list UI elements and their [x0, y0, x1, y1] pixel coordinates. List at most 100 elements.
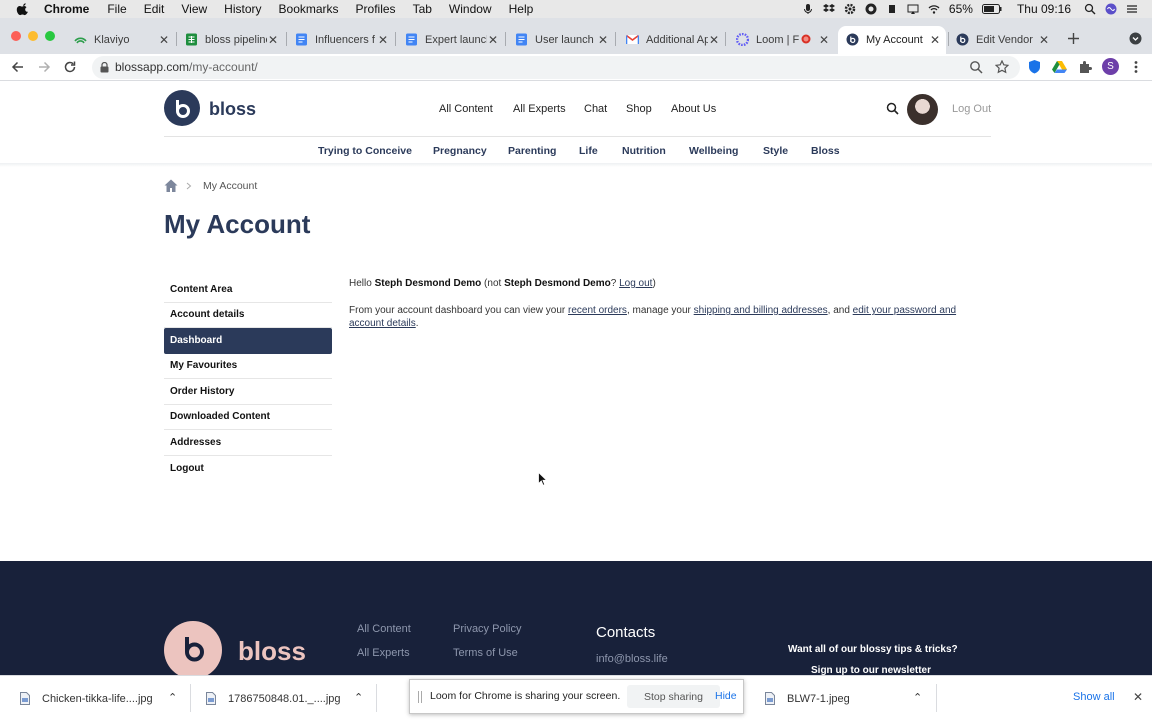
close-icon[interactable]: ✕	[598, 33, 608, 47]
footer-email-link[interactable]: info@bloss.life	[596, 653, 668, 665]
close-icon[interactable]: ✕	[159, 33, 169, 47]
nav-all-content[interactable]: All Content	[439, 103, 493, 115]
zoom-magnifier-icon[interactable]	[969, 60, 983, 74]
side-menu-addresses[interactable]: Addresses	[164, 430, 332, 456]
side-menu-my-favourites[interactable]: My Favourites	[164, 354, 332, 379]
zoom-window-button[interactable]	[45, 31, 55, 41]
chevron-up-icon[interactable]: ⌃	[354, 691, 363, 704]
profile-avatar-button[interactable]: S	[1102, 58, 1119, 75]
category-bloss[interactable]: Bloss	[811, 145, 840, 157]
menu-view[interactable]: View	[181, 2, 207, 16]
drag-handle[interactable]	[418, 691, 422, 703]
bookmark-star-icon[interactable]	[995, 60, 1009, 74]
recent-orders-link[interactable]: recent orders	[568, 305, 627, 316]
footer-link-all-content[interactable]: All Content	[357, 623, 411, 635]
google-drive-icon[interactable]	[1052, 60, 1067, 73]
gear-icon[interactable]	[844, 3, 856, 15]
nav-shop[interactable]: Shop	[626, 103, 652, 115]
close-icon[interactable]: ✕	[488, 33, 498, 47]
close-icon[interactable]: ✕	[1133, 690, 1143, 704]
battery-icon[interactable]	[981, 4, 1002, 14]
close-window-button[interactable]	[11, 31, 21, 41]
more-menu-icon[interactable]	[1131, 60, 1141, 74]
nav-chat[interactable]: Chat	[584, 103, 607, 115]
lock-icon[interactable]	[100, 62, 109, 73]
menu-window[interactable]: Window	[449, 2, 492, 16]
chevron-up-icon[interactable]: ⌃	[913, 691, 922, 704]
menubar-clock[interactable]: Thu 09:16	[1017, 2, 1071, 16]
category-life[interactable]: Life	[579, 145, 598, 157]
screen-mirroring-icon[interactable]	[907, 3, 919, 15]
side-menu-logout[interactable]: Logout	[164, 456, 332, 482]
user-avatar[interactable]	[907, 94, 938, 125]
menu-history[interactable]: History	[224, 2, 261, 16]
minimize-window-button[interactable]	[28, 31, 38, 41]
category-nutrition[interactable]: Nutrition	[622, 145, 666, 157]
evernote-icon[interactable]	[886, 3, 898, 15]
wifi-icon[interactable]	[928, 3, 940, 15]
apple-logo-icon[interactable]	[16, 2, 30, 16]
extensions-puzzle-icon[interactable]	[1078, 60, 1092, 74]
category-wellbeing[interactable]: Wellbeing	[689, 145, 738, 157]
url-text[interactable]: blossapp.com/my-account/	[115, 60, 258, 74]
close-icon[interactable]: ✕	[819, 33, 829, 47]
tab-edit-vendor[interactable]: Edit Vendor ✕	[956, 27, 1049, 52]
bloss-logo-mark[interactable]	[164, 90, 200, 126]
category-trying-to-conceive[interactable]: Trying to Conceive	[318, 145, 412, 157]
close-icon[interactable]: ✕	[709, 33, 719, 47]
close-icon[interactable]: ✕	[1039, 33, 1049, 47]
shipping-billing-link[interactable]: shipping and billing addresses	[694, 305, 828, 316]
chevron-up-icon[interactable]: ⌃	[168, 691, 177, 704]
stop-sharing-button[interactable]: Stop sharing	[627, 685, 720, 708]
menu-bookmarks[interactable]: Bookmarks	[279, 2, 339, 16]
category-style[interactable]: Style	[763, 145, 788, 157]
reload-icon[interactable]	[63, 60, 77, 74]
footer-link-privacy-policy[interactable]: Privacy Policy	[453, 623, 521, 635]
nav-all-experts[interactable]: All Experts	[513, 103, 566, 115]
tab-user-launch[interactable]: User launch ✕	[515, 27, 608, 52]
shield-extension-icon[interactable]	[1028, 59, 1041, 74]
menu-help[interactable]: Help	[509, 2, 534, 16]
side-menu-content-area[interactable]: Content Area	[164, 277, 332, 303]
tab-expert-launch[interactable]: Expert launch ✕	[405, 27, 498, 52]
close-icon[interactable]: ✕	[378, 33, 388, 47]
bloss-logo-text[interactable]: bloss	[209, 99, 256, 120]
side-menu-downloaded-content[interactable]: Downloaded Content	[164, 405, 332, 430]
new-tab-plus-icon[interactable]	[1067, 32, 1080, 45]
side-menu-order-history[interactable]: Order History	[164, 379, 332, 405]
greeting-log-out-link[interactable]: Log out	[619, 278, 652, 289]
download-item[interactable]: BLW7-1.jpeg	[765, 692, 850, 705]
tab-loom[interactable]: Loom | F ✕	[736, 27, 829, 52]
menu-app-name[interactable]: Chrome	[44, 2, 89, 16]
siri-icon[interactable]	[1105, 3, 1117, 15]
category-parenting[interactable]: Parenting	[508, 145, 556, 157]
download-item[interactable]: Chicken-tikka-life....jpg	[20, 692, 153, 705]
header-log-out-link[interactable]: Log Out	[952, 103, 991, 115]
tab-bloss-pipeline[interactable]: bloss pipeline ✕	[185, 27, 278, 52]
loom-recording-icon[interactable]	[865, 3, 877, 15]
search-icon[interactable]	[886, 102, 899, 115]
control-center-icon[interactable]	[1126, 3, 1138, 15]
back-arrow-icon[interactable]	[11, 60, 25, 74]
footer-link-all-experts[interactable]: All Experts	[357, 647, 410, 659]
hide-notification-button[interactable]: Hide	[715, 690, 737, 702]
footer-link-terms-of-use[interactable]: Terms of Use	[453, 647, 518, 659]
close-icon[interactable]: ✕	[930, 33, 940, 47]
tab-klaviyo[interactable]: Klaviyo ✕	[74, 27, 169, 52]
menu-file[interactable]: File	[107, 2, 126, 16]
dropbox-icon[interactable]	[822, 3, 835, 15]
close-icon[interactable]: ✕	[268, 33, 278, 47]
tab-additional[interactable]: Additional Ap ✕	[626, 27, 719, 52]
spotlight-search-icon[interactable]	[1084, 3, 1096, 15]
footer-logo-text[interactable]: bloss	[238, 636, 306, 667]
side-menu-account-details[interactable]: Account details	[164, 303, 332, 328]
forward-arrow-icon[interactable]	[37, 60, 51, 74]
tab-search-chevron-icon[interactable]	[1129, 32, 1142, 45]
tab-my-account[interactable]: My Account ✕	[846, 27, 940, 52]
category-pregnancy[interactable]: Pregnancy	[433, 145, 487, 157]
side-menu-dashboard[interactable]: Dashboard	[164, 328, 332, 354]
show-all-downloads-button[interactable]: Show all	[1073, 691, 1115, 703]
menu-edit[interactable]: Edit	[144, 2, 165, 16]
home-icon[interactable]	[164, 179, 178, 192]
download-item[interactable]: 1786750848.01._....jpg	[206, 692, 341, 705]
